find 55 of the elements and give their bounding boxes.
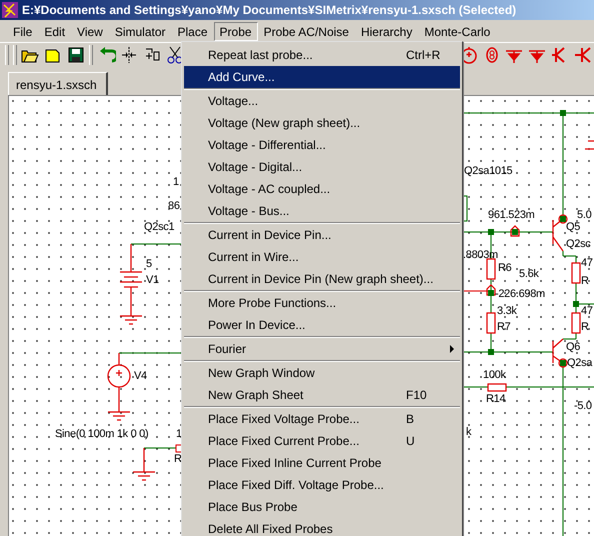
- menu-item-label: Voltage - Bus...: [208, 203, 290, 220]
- shortcut-label: U: [406, 433, 415, 450]
- schematic-label: Q2sc: [566, 237, 590, 251]
- menu-item-label: Voltage - Differential...: [208, 137, 327, 154]
- schematic-label: R: [581, 274, 589, 288]
- schematic-label: 5: [146, 257, 152, 271]
- schematic-label: Q5: [566, 220, 580, 234]
- schematic-label: 5.0: [577, 208, 592, 222]
- schematic-label: 47: [581, 304, 593, 318]
- schematic-label: k: [466, 425, 472, 439]
- schematic-label: Q2sa1015: [464, 164, 512, 178]
- menu-item-label: Place Fixed Voltage Probe...: [208, 411, 360, 428]
- menu-item-label: Voltage - AC coupled...: [208, 181, 332, 198]
- menu-item-label: New Graph Sheet: [208, 387, 304, 404]
- schematic-label: R7: [497, 320, 510, 334]
- menu-item-label: Repeat last probe...: [208, 47, 314, 64]
- schematic-label: Q2sc1: [144, 220, 174, 234]
- schematic-label: R6: [498, 261, 512, 275]
- menu-item-label: Place Fixed Current Probe...: [208, 433, 360, 450]
- schematic-label: 5.6k: [519, 267, 539, 281]
- menu-item-label: Current in Device Pin...: [208, 227, 332, 244]
- menu-item-label: Power In Device...: [208, 317, 306, 334]
- menu-item-label: Current in Wire...: [208, 249, 300, 266]
- window-title: E:¥Documents and Settings¥yano¥My Documents¥SIMetrix¥rensyu-1.sxsch (Selected): [22, 2, 516, 19]
- shortcut-label: Ctrl+R: [406, 47, 440, 64]
- menu-item-label: Delete All Fixed Probes: [208, 521, 334, 536]
- schematic-label: V1: [146, 273, 159, 287]
- schematic-label: 100k: [483, 368, 506, 382]
- schematic-label: Q2sa: [567, 356, 592, 370]
- shortcut-label: F10: [406, 387, 427, 404]
- menu-item-label: Fourier: [208, 341, 248, 358]
- menu-item-label: Current in Device Pin (New graph sheet)...: [208, 271, 434, 288]
- schematic-label: 1: [173, 175, 179, 189]
- schematic-label: R14: [486, 392, 506, 406]
- schematic-label: 961.523m: [488, 208, 535, 222]
- schematic-label: 47: [581, 256, 593, 270]
- menu-item-label: Voltage...: [208, 93, 260, 110]
- schematic-label: Sine(0 100m 1k 0 0): [55, 427, 148, 441]
- schematic-label: 86: [168, 199, 180, 213]
- schematic-label: -226.698m: [495, 287, 545, 301]
- menu-item-label: Place Fixed Inline Current Probe: [208, 455, 382, 472]
- schematic-label: -5.0: [574, 399, 592, 413]
- menu-item-label: More Probe Functions...: [208, 295, 338, 312]
- menu-item-label: Voltage (New graph sheet)...: [208, 115, 362, 132]
- menu-item-label: Place Fixed Diff. Voltage Probe...: [208, 477, 385, 494]
- schematic-label: V4: [134, 369, 147, 383]
- menu-item-label: New Graph Window: [208, 365, 316, 382]
- menu-item-label: Add Curve...: [208, 69, 276, 86]
- menu-item-label: Place Bus Probe: [208, 499, 298, 516]
- schematic-label: R: [581, 320, 589, 334]
- menu-item-label: Voltage - Digital...: [208, 159, 304, 176]
- schematic-label: R: [174, 452, 182, 466]
- schematic-label: Q6: [566, 340, 580, 354]
- shortcut-label: B: [406, 411, 414, 428]
- schematic-label: 3.3k: [497, 304, 517, 318]
